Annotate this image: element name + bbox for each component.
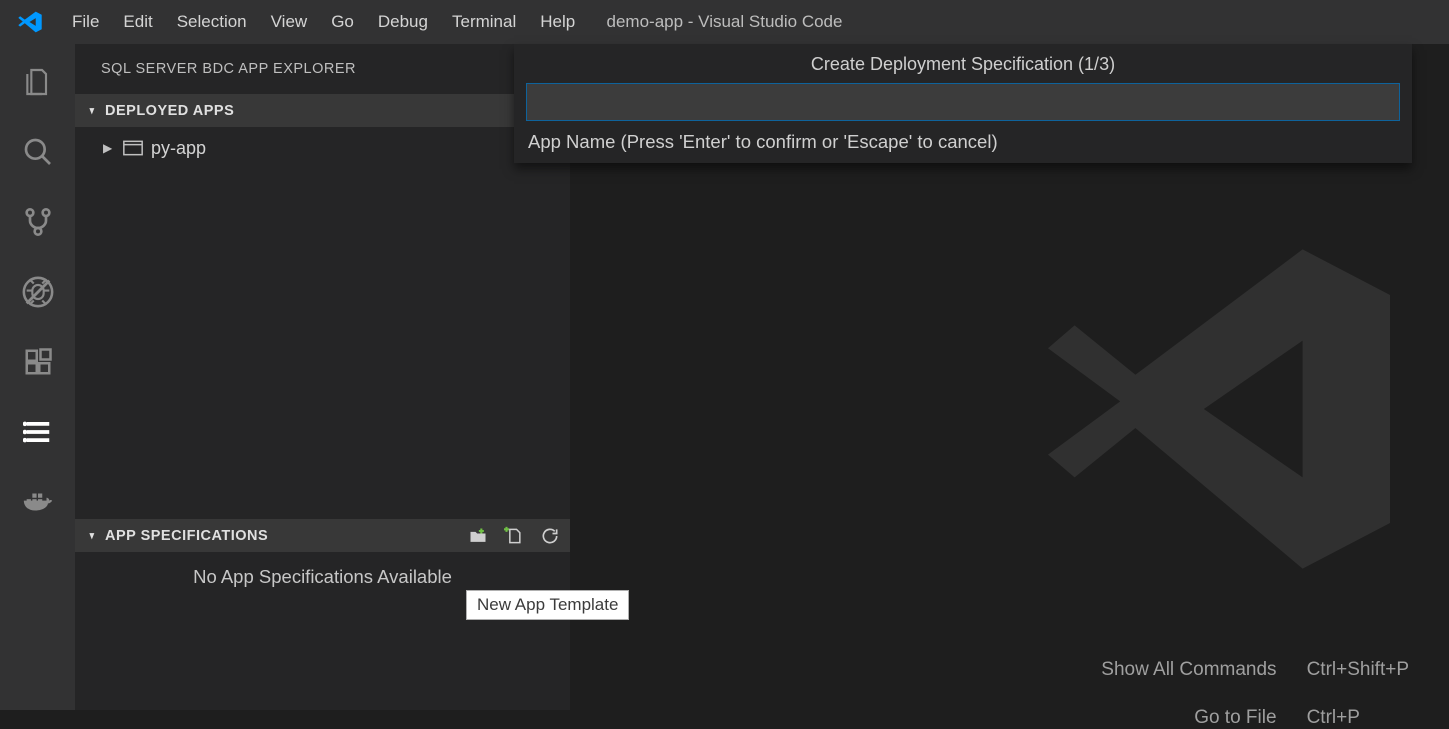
quick-input-hint: App Name (Press 'Enter' to confirm or 'E… — [526, 131, 1400, 153]
menu-edit[interactable]: Edit — [111, 0, 164, 44]
menu-file[interactable]: File — [60, 0, 111, 44]
sidebar-title: SQL SERVER BDC APP EXPLORER — [75, 44, 570, 94]
welcome-commands: Show All Commands Ctrl+Shift+P Go to Fil… — [1101, 659, 1409, 729]
debug-icon[interactable] — [20, 274, 56, 310]
new-file-icon[interactable] — [504, 526, 524, 546]
quick-input-panel: Create Deployment Specification (1/3) Ap… — [514, 44, 1412, 163]
welcome-cmd-label: Show All Commands — [1101, 659, 1276, 681]
vscode-watermark-icon — [1029, 219, 1409, 599]
window-icon — [123, 140, 143, 156]
menu-bar: File Edit Selection View Go Debug Termin… — [60, 0, 587, 44]
tree-item-label: py-app — [151, 138, 206, 159]
section-deployed-apps: ▾ DEPLOYED APPS ▶ py-app — [75, 94, 570, 519]
welcome-cmd-label: Go to File — [1101, 707, 1276, 729]
search-icon[interactable] — [20, 134, 56, 170]
tree-item-py-app[interactable]: ▶ py-app — [75, 131, 570, 165]
refresh-icon[interactable] — [540, 526, 560, 546]
chevron-down-icon: ▾ — [86, 104, 97, 117]
section-header-deployed-apps[interactable]: ▾ DEPLOYED APPS — [75, 94, 570, 127]
menu-debug[interactable]: Debug — [366, 0, 440, 44]
docker-icon[interactable] — [20, 484, 56, 520]
section-header-app-specifications[interactable]: ▾ APP SPECIFICATIONS — [75, 519, 570, 552]
section-header-label: APP SPECIFICATIONS — [105, 528, 268, 544]
sql-bdc-icon[interactable] — [20, 414, 56, 450]
menu-selection[interactable]: Selection — [165, 0, 259, 44]
menu-help[interactable]: Help — [528, 0, 587, 44]
quick-input-field[interactable] — [526, 83, 1400, 121]
menu-view[interactable]: View — [259, 0, 320, 44]
source-control-icon[interactable] — [20, 204, 56, 240]
section-header-label: DEPLOYED APPS — [105, 103, 234, 119]
activity-bar — [0, 44, 75, 710]
menu-terminal[interactable]: Terminal — [440, 0, 528, 44]
deployed-apps-tree: ▶ py-app — [75, 127, 570, 519]
quick-input-title: Create Deployment Specification (1/3) — [526, 54, 1400, 75]
welcome-cmd-keybinding: Ctrl+Shift+P — [1307, 659, 1409, 681]
welcome-cmd-keybinding: Ctrl+P — [1307, 707, 1409, 729]
vscode-logo-icon — [0, 9, 60, 35]
chevron-right-icon: ▶ — [103, 141, 117, 155]
section-actions — [468, 519, 560, 552]
section-app-specifications: ▾ APP SPECIFICATIONS No App Specificatio… — [75, 519, 570, 588]
extensions-icon[interactable] — [20, 344, 56, 380]
explorer-icon[interactable] — [20, 64, 56, 100]
menu-go[interactable]: Go — [319, 0, 366, 44]
title-bar: File Edit Selection View Go Debug Termin… — [0, 0, 1449, 44]
new-folder-icon[interactable] — [468, 526, 488, 546]
tooltip: New App Template — [466, 590, 629, 620]
chevron-down-icon: ▾ — [86, 529, 97, 542]
app-specs-empty-message: No App Specifications Available — [75, 552, 570, 588]
